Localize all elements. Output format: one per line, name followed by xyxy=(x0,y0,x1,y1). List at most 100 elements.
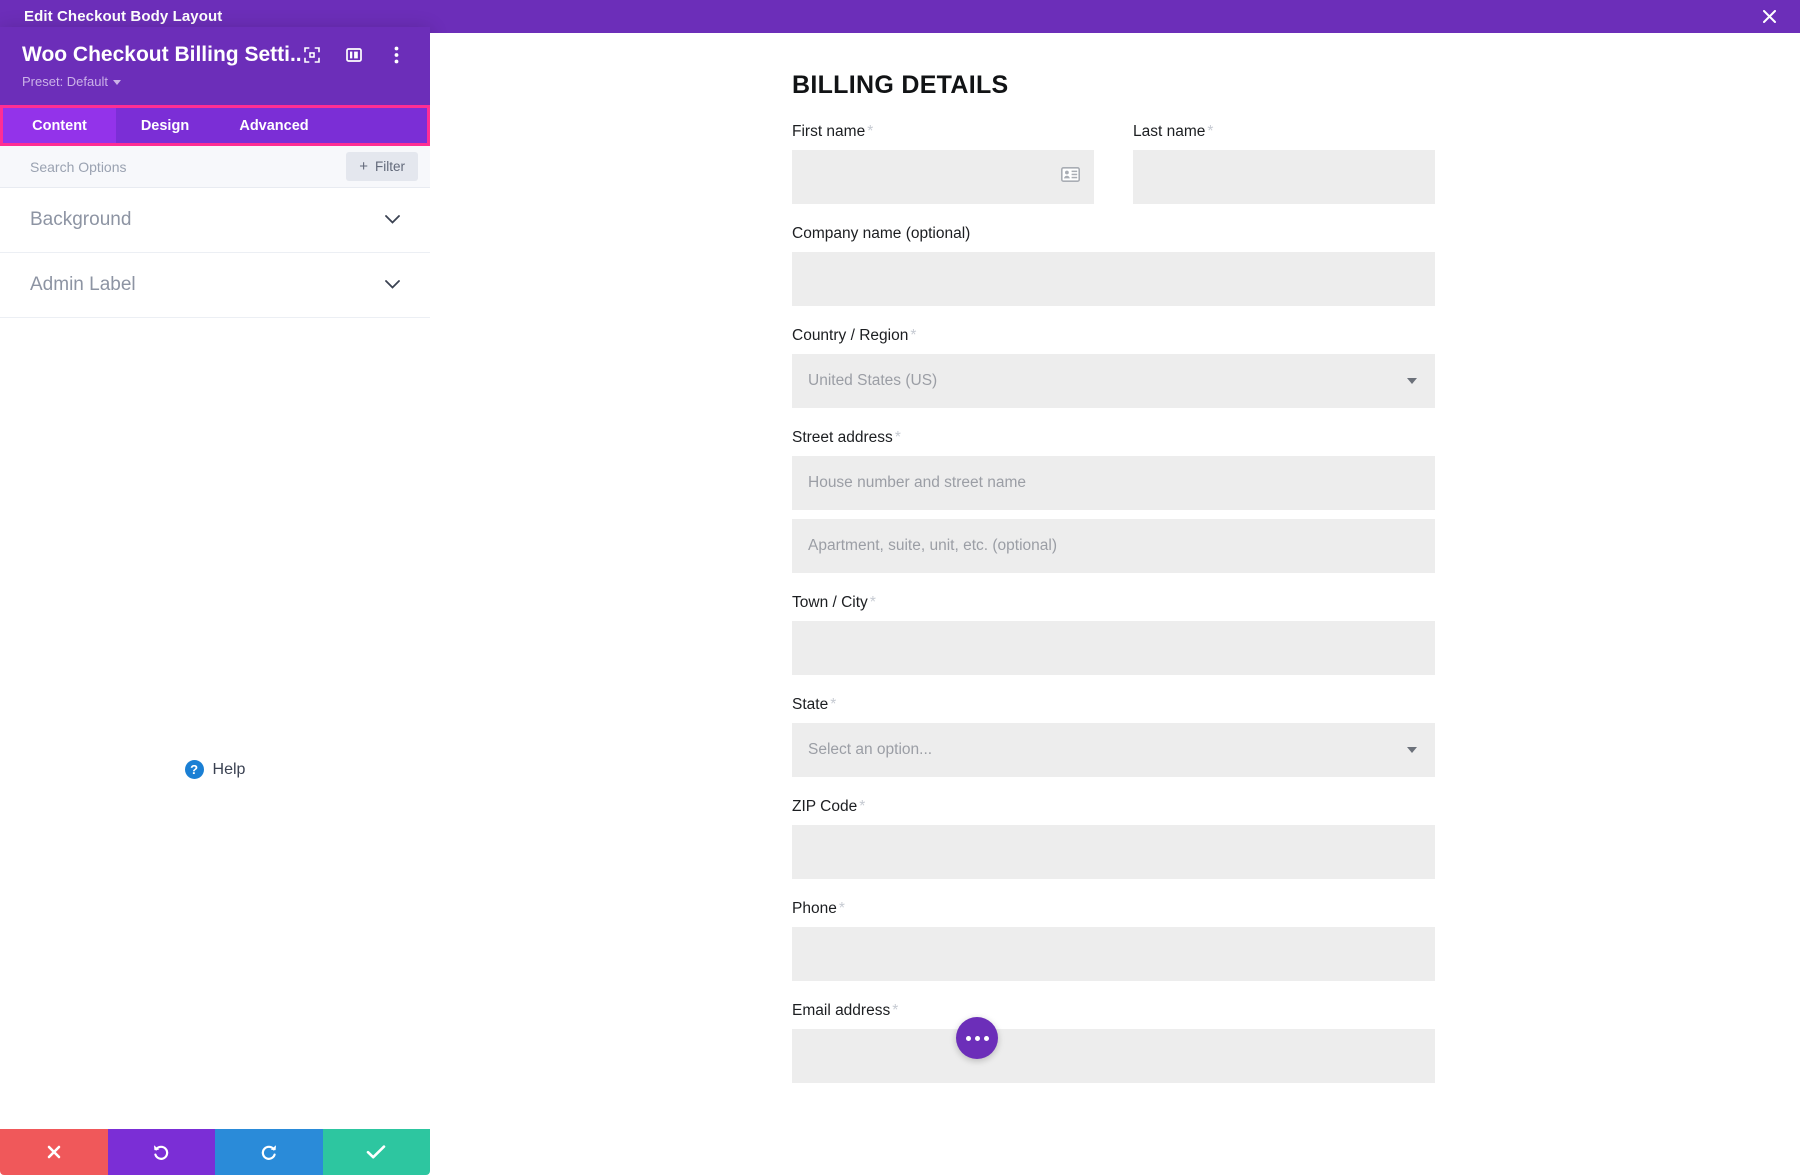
tab-advanced[interactable]: Advanced xyxy=(214,108,334,143)
field-phone: Phone * xyxy=(792,900,1435,981)
field-label: ZIP Code * xyxy=(792,798,1435,816)
more-vertical-icon[interactable] xyxy=(386,45,406,65)
focus-target-icon[interactable] xyxy=(302,45,322,65)
module-title: Woo Checkout Billing Setti... xyxy=(22,43,302,66)
required-mark: * xyxy=(1207,123,1214,140)
first-name-input[interactable] xyxy=(792,150,1094,204)
save-button[interactable] xyxy=(322,1129,430,1175)
search-input[interactable] xyxy=(0,158,347,175)
settings-sections: Background Admin Label xyxy=(0,188,430,318)
filter-button[interactable]: + Filter xyxy=(346,152,418,181)
field-label: Company name (optional) xyxy=(792,225,971,242)
field-label: State * xyxy=(792,696,1435,714)
required-mark: * xyxy=(867,123,874,140)
country-region-select[interactable]: United States (US) xyxy=(792,354,1435,408)
field-state: State * Select an option... xyxy=(792,696,1435,777)
contact-card-icon[interactable] xyxy=(1061,167,1080,187)
address-line-2-input[interactable]: Apartment, suite, unit, etc. (optional) xyxy=(792,519,1435,573)
select-value: United States (US) xyxy=(808,372,938,389)
chevron-down-icon xyxy=(385,276,400,294)
checkout-preview: BILLING DETAILS First name * Last name *… xyxy=(430,33,1800,1175)
field-zip-code: ZIP Code * xyxy=(792,798,1435,879)
billing-details-form: BILLING DETAILS First name * Last name *… xyxy=(792,71,1435,1104)
panel-header-icons xyxy=(302,45,408,65)
field-address-line-2: Apartment, suite, unit, etc. (optional) xyxy=(792,519,1435,573)
town-city-input[interactable] xyxy=(792,621,1435,675)
cancel-button[interactable] xyxy=(0,1129,108,1175)
module-settings-panel: Woo Checkout Billing Setti... Preset: De… xyxy=(0,27,430,1175)
preset-selector[interactable]: Preset: Default xyxy=(22,74,121,89)
name-row: First name * Last name * xyxy=(792,123,1435,225)
field-label-text: Last name xyxy=(1133,123,1206,140)
field-label-text: State xyxy=(792,696,829,713)
required-mark: * xyxy=(910,327,917,344)
redo-button[interactable] xyxy=(215,1129,323,1175)
field-label-text: Phone xyxy=(792,900,837,917)
panel-header: Woo Checkout Billing Setti... Preset: De… xyxy=(0,27,430,105)
page-title: BILLING DETAILS xyxy=(792,71,1009,99)
field-label: First name * xyxy=(792,123,1094,141)
last-name-input[interactable] xyxy=(1133,150,1435,204)
field-street-address: Street address * House number and street … xyxy=(792,429,1435,510)
modal-title: Edit Checkout Body Layout xyxy=(24,8,223,25)
field-email-address: Email address * xyxy=(792,1002,1435,1083)
street-address-input[interactable]: House number and street name xyxy=(792,456,1435,510)
field-label-text: Email address xyxy=(792,1002,891,1019)
help-link[interactable]: ? Help xyxy=(184,364,246,1175)
field-label-text: ZIP Code xyxy=(792,798,858,815)
field-label: Last name * xyxy=(1133,123,1435,141)
select-value: Select an option... xyxy=(808,741,933,758)
field-label-text: Street address xyxy=(792,429,893,446)
filter-button-label: Filter xyxy=(375,159,405,174)
field-label: Phone * xyxy=(792,900,1435,918)
field-first-name: First name * xyxy=(792,123,1094,204)
field-label: Country / Region * xyxy=(792,327,1435,345)
help-area: ? Help xyxy=(0,318,430,1175)
field-label-text: Town / City xyxy=(792,594,868,611)
panel-action-bar xyxy=(0,1129,430,1175)
dot-icon xyxy=(983,1035,989,1041)
input-placeholder: House number and street name xyxy=(808,474,1026,491)
phone-input[interactable] xyxy=(792,927,1435,981)
tab-design[interactable]: Design xyxy=(116,108,214,143)
input-placeholder: Apartment, suite, unit, etc. (optional) xyxy=(808,537,1057,554)
panel-layout-icon[interactable] xyxy=(344,45,364,65)
field-country-region: Country / Region * United States (US) xyxy=(792,327,1435,408)
section-label: Background xyxy=(30,209,132,230)
preset-label: Preset: Default xyxy=(22,74,108,89)
email-address-input[interactable] xyxy=(792,1029,1435,1083)
chevron-down-icon xyxy=(1407,378,1417,384)
zip-code-input[interactable] xyxy=(792,825,1435,879)
section-label: Admin Label xyxy=(30,274,136,295)
required-mark: * xyxy=(892,1002,899,1019)
company-name-input[interactable] xyxy=(792,252,1435,306)
field-label-text: Country / Region xyxy=(792,327,909,344)
settings-tabs: Content Design Advanced xyxy=(0,105,430,146)
state-select[interactable]: Select an option... xyxy=(792,723,1435,777)
required-mark: * xyxy=(830,696,837,713)
field-label: Street address * xyxy=(792,429,1435,447)
required-mark: * xyxy=(894,429,901,446)
help-label: Help xyxy=(212,760,246,778)
dot-icon xyxy=(974,1035,980,1041)
tab-content[interactable]: Content xyxy=(3,108,116,143)
field-town-city: Town / City * xyxy=(792,594,1435,675)
add-module-button[interactable] xyxy=(956,1017,998,1059)
search-bar: + Filter xyxy=(0,146,430,188)
close-icon[interactable] xyxy=(1756,4,1782,30)
field-label: Town / City * xyxy=(792,594,1435,612)
section-background[interactable]: Background xyxy=(0,188,430,253)
plus-icon: + xyxy=(359,158,368,175)
section-admin-label[interactable]: Admin Label xyxy=(0,253,430,318)
chevron-down-icon xyxy=(385,211,400,229)
field-company-name: Company name (optional) xyxy=(792,225,1435,306)
required-mark: * xyxy=(838,900,845,917)
field-last-name: Last name * xyxy=(1133,123,1435,204)
required-mark: * xyxy=(859,798,866,815)
field-label-text: First name xyxy=(792,123,866,140)
undo-button[interactable] xyxy=(107,1129,215,1175)
field-label: Email address * xyxy=(792,1002,1435,1020)
question-mark-icon: ? xyxy=(184,760,204,779)
chevron-down-icon xyxy=(113,80,121,85)
required-mark: * xyxy=(869,594,876,611)
